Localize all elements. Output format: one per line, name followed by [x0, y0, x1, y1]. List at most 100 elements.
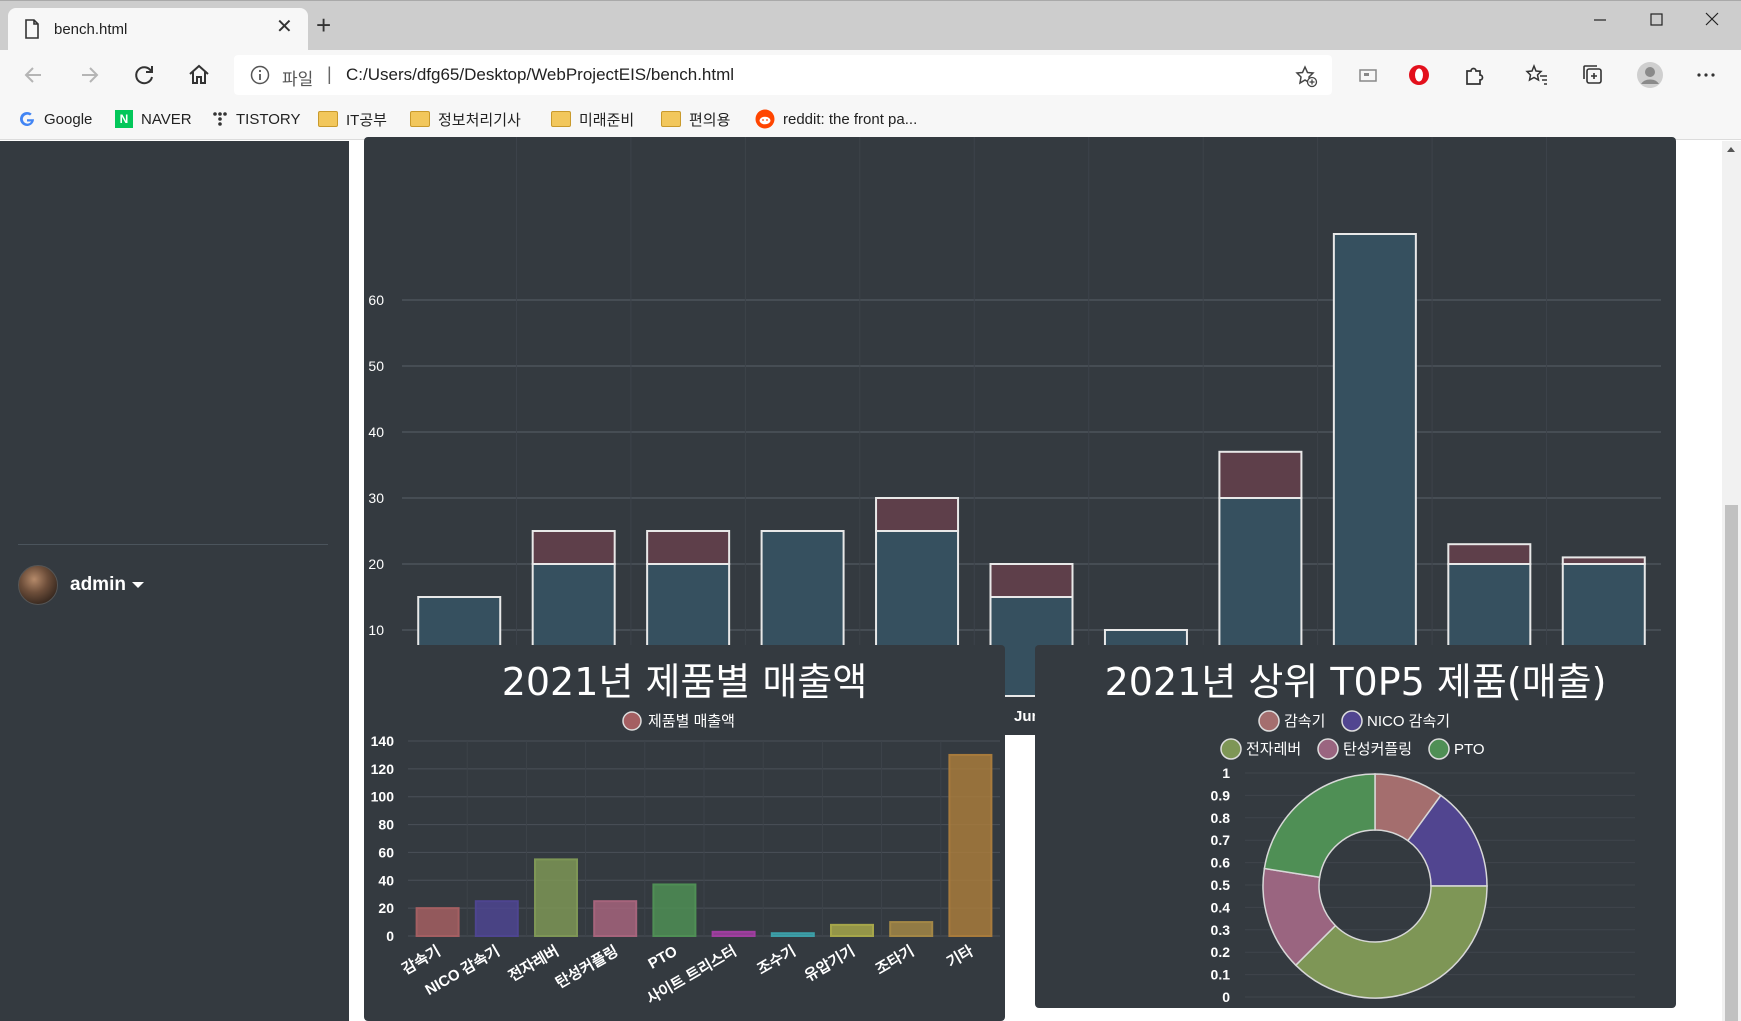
minimize-icon[interactable] — [1585, 8, 1615, 32]
bar — [875, 497, 960, 532]
legend-swatch — [1258, 710, 1280, 732]
bar — [1447, 543, 1532, 566]
browser-tab[interactable]: bench.html ✕ — [8, 8, 308, 50]
reload-icon[interactable] — [131, 62, 157, 88]
y-tick-label: 60 — [378, 844, 394, 860]
new-tab-button[interactable]: + — [316, 12, 331, 38]
opera-extension-icon[interactable] — [1406, 62, 1432, 88]
x-tick-label: 조수기 — [754, 943, 798, 978]
user-panel[interactable]: admin — [18, 565, 144, 605]
address-separator: | — [327, 64, 332, 84]
window-close-icon[interactable] — [1697, 8, 1727, 32]
home-icon[interactable] — [186, 62, 212, 88]
address-bar[interactable]: 파일 | C:/Users/dfg65/Desktop/WebProjectEI… — [234, 55, 1332, 95]
file-icon — [25, 19, 39, 39]
legend-label: 전자레버 — [1246, 741, 1301, 758]
tab-title: bench.html — [54, 21, 128, 38]
legend-label: 감속기 — [1284, 713, 1325, 730]
bookmark-tistory[interactable]: TISTORY — [212, 108, 300, 130]
bookmark-folder-future[interactable]: 미래준비 — [551, 108, 634, 130]
top5-chart-card: 2021년 상위 T0P5 제품(매출) 감속기 NICO 감속기 전자레버 탄성커플… — [1035, 645, 1676, 1008]
y-tick-label: 0.4 — [1211, 899, 1231, 915]
y-tick-label: 0.5 — [1211, 877, 1231, 893]
address-scheme: 파일 — [282, 70, 314, 89]
y-tick-label: 40 — [378, 872, 394, 888]
x-tick-label: 유압기기 — [802, 943, 858, 985]
chevron-down-icon[interactable] — [131, 582, 144, 588]
y-tick-label: 0.3 — [1211, 922, 1231, 938]
favorites-icon[interactable] — [1524, 62, 1550, 88]
address-url[interactable]: C:/Users/dfg65/Desktop/WebProjectEIS/ben… — [346, 65, 734, 85]
bookmark-label: IT공부 — [346, 111, 387, 129]
y-tick-label: 80 — [378, 817, 394, 833]
y-tick-label: 0.7 — [1211, 832, 1231, 848]
reddit-icon — [755, 109, 775, 129]
bar — [948, 753, 993, 937]
bar — [830, 923, 874, 938]
bookmark-label: 정보처리기사 — [438, 111, 521, 129]
naver-icon: N — [115, 110, 133, 128]
y-tick-label: 60 — [368, 292, 384, 308]
bar — [1218, 450, 1303, 499]
legend-label: 제품별 매출액 — [648, 713, 735, 730]
bar — [646, 530, 731, 565]
page-scrollbar[interactable] — [1722, 141, 1741, 1021]
bookmark-reddit[interactable]: reddit: the front pa... — [755, 108, 917, 130]
bar — [770, 932, 815, 938]
bookmark-label: 편의용 — [689, 111, 731, 129]
bookmark-google[interactable]: Google — [18, 108, 92, 130]
user-name[interactable]: admin — [70, 574, 126, 596]
close-tab-icon[interactable]: ✕ — [276, 17, 293, 37]
y-tick-label: 20 — [368, 556, 384, 572]
legend-label: PTO — [1454, 741, 1485, 758]
legend-label: 탄성커플링 — [1343, 741, 1412, 758]
y-tick-label: 0.6 — [1211, 855, 1231, 871]
legend-swatch — [1220, 738, 1242, 760]
bookmark-folder-util[interactable]: 편의용 — [661, 108, 730, 130]
extensions-icon[interactable] — [1461, 62, 1487, 88]
bookmark-label: Google — [44, 110, 93, 128]
bookmark-naver[interactable]: N NAVER — [115, 108, 192, 130]
bar — [1332, 233, 1417, 697]
y-tick-label: 0.8 — [1211, 810, 1231, 826]
y-tick-label: 0.1 — [1211, 967, 1231, 983]
info-icon[interactable] — [250, 65, 270, 85]
tistory-icon — [213, 112, 227, 126]
profile-icon[interactable] — [1636, 61, 1664, 89]
legend-label: NICO 감속기 — [1367, 713, 1450, 730]
folder-icon — [410, 111, 430, 127]
forward-icon[interactable] — [76, 62, 102, 88]
add-favorite-icon[interactable] — [1294, 64, 1318, 88]
product-sales-chart-card: 2021년 제품별 매출액 제품별 매출액 0 20 40 60 80 100 120 140 감… — [364, 645, 1005, 1021]
x-tick-label: 탄성커플링 — [552, 942, 621, 992]
scroll-up-icon[interactable] — [1727, 147, 1735, 152]
bar — [593, 900, 638, 937]
y-tick-label: 10 — [368, 622, 384, 638]
y-tick-label: 1 — [1222, 765, 1230, 781]
bookmark-label: NAVER — [141, 110, 192, 128]
bookmark-folder-it[interactable]: IT공부 — [318, 108, 387, 130]
x-tick-label: PTO — [645, 943, 680, 973]
bar — [989, 563, 1074, 598]
maximize-icon[interactable] — [1641, 8, 1671, 32]
legend-swatch — [1428, 738, 1450, 760]
sidebar-divider — [18, 544, 328, 545]
avatar[interactable] — [18, 565, 58, 605]
bar — [711, 930, 756, 938]
google-icon — [20, 111, 34, 126]
y-tick-label: 120 — [371, 761, 395, 777]
bookmark-folder-cert[interactable]: 정보처리기사 — [410, 108, 521, 130]
more-menu-icon[interactable] — [1693, 62, 1719, 88]
collections-icon[interactable] — [1580, 62, 1606, 88]
back-icon[interactable] — [21, 62, 47, 88]
legend-swatch — [622, 711, 642, 731]
bar — [1561, 556, 1646, 565]
top5-doughnut-chart: 감속기 NICO 감속기전자레버 탄성커플링 PTO 0 0.1 0.2 0.3 0.4 0.5 0… — [1211, 710, 1635, 1005]
browser-toolbar: 파일 | C:/Users/dfg65/Desktop/WebProjectEI… — [0, 50, 1741, 100]
folder-icon — [551, 111, 571, 127]
scrollbar-thumb[interactable] — [1725, 505, 1738, 1021]
y-tick-label: 140 — [371, 733, 395, 749]
bookmark-label: reddit: the front pa... — [783, 110, 918, 128]
immersive-reader-icon[interactable] — [1355, 62, 1381, 88]
bar — [474, 900, 519, 937]
